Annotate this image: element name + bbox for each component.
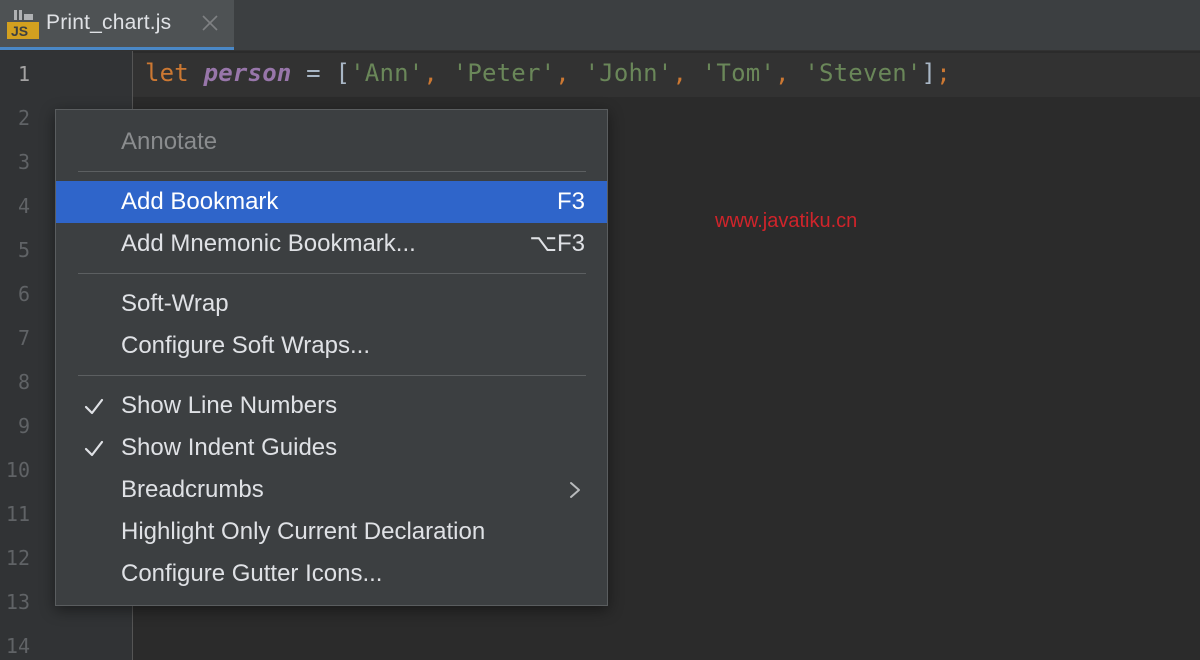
menu-item-shortcut: ⌥F3 <box>529 230 585 257</box>
comma: , <box>423 59 439 87</box>
comma: , <box>775 59 790 87</box>
variable-person: person <box>203 59 292 87</box>
menu-item-label: Soft-Wrap <box>121 290 229 317</box>
keyword-let: let <box>145 59 189 87</box>
code-line-1[interactable]: let person = ['Ann', 'Peter', 'John', 'T… <box>145 59 951 87</box>
menu-item-label: Breadcrumbs <box>121 476 264 503</box>
close-icon[interactable] <box>200 13 220 33</box>
menu-item-soft-wrap[interactable]: Soft-Wrap <box>56 283 607 325</box>
line-number: 1 <box>17 62 30 86</box>
line-number: 14 <box>5 634 30 658</box>
string-literal: 'Tom' <box>701 59 776 87</box>
checkmark-icon <box>84 440 104 457</box>
menu-item-label: Highlight Only Current Declaration <box>121 518 486 545</box>
gutter-context-menu: Annotate Add Bookmark F3 Add Mnemonic Bo… <box>55 109 608 606</box>
menu-item-label: Annotate <box>121 128 218 155</box>
menu-item-label: Configure Gutter Icons... <box>121 560 383 587</box>
menu-item-add-bookmark[interactable]: Add Bookmark F3 <box>56 181 607 223</box>
assignment-operator: = <box>306 59 321 87</box>
menu-item-label: Configure Soft Wraps... <box>121 332 370 359</box>
tab-title: Print_chart.js <box>46 11 172 34</box>
menu-separator <box>78 171 586 172</box>
js-icon-text: JS <box>11 23 28 39</box>
menu-item-highlight-current-declaration[interactable]: Highlight Only Current Declaration <box>56 511 607 553</box>
menu-separator <box>78 375 586 376</box>
menu-item-configure-soft-wraps[interactable]: Configure Soft Wraps... <box>56 325 607 367</box>
line-number: 3 <box>17 150 30 174</box>
editor-tab[interactable]: JS Print_chart.js <box>0 0 234 51</box>
line-number: 6 <box>17 282 30 306</box>
string-literal: 'Peter' <box>452 59 556 87</box>
watermark: www.javatiku.cn <box>715 210 858 232</box>
semicolon: ; <box>936 59 951 87</box>
line-number: 4 <box>17 194 30 218</box>
menu-separator <box>78 273 586 274</box>
menu-item-annotate[interactable]: Annotate <box>56 121 607 163</box>
menu-item-breadcrumbs[interactable]: Breadcrumbs <box>56 469 607 511</box>
menu-item-label: Add Mnemonic Bookmark... <box>121 230 416 257</box>
ide-window: JS Print_chart.js 1 2 3 4 5 6 7 8 9 10 11 12 13 14 le… <box>0 0 1200 660</box>
line-number: 11 <box>5 502 30 526</box>
string-literal: 'John' <box>584 59 673 87</box>
checkmark-icon <box>84 398 104 415</box>
line-number: 7 <box>17 326 30 350</box>
line-number: 10 <box>5 458 30 482</box>
javascript-file-icon: JS <box>7 10 39 39</box>
comma: , <box>555 59 570 87</box>
menu-item-label: Show Indent Guides <box>121 434 338 461</box>
menu-item-label: Add Bookmark <box>121 188 279 215</box>
close-bracket: ] <box>921 59 937 87</box>
string-literal: 'Steven' <box>804 59 922 87</box>
line-number: 2 <box>17 106 30 130</box>
menu-item-show-indent-guides[interactable]: Show Indent Guides <box>56 427 607 469</box>
menu-item-show-line-numbers[interactable]: Show Line Numbers <box>56 385 607 427</box>
string-literal: 'Ann' <box>350 59 424 87</box>
menu-item-configure-gutter-icons[interactable]: Configure Gutter Icons... <box>56 553 607 595</box>
comma: , <box>672 59 688 87</box>
open-bracket: [ <box>335 59 351 87</box>
line-number: 5 <box>17 238 30 262</box>
line-number: 13 <box>5 590 30 614</box>
line-number: 12 <box>5 546 30 570</box>
line-number: 9 <box>17 414 30 438</box>
menu-item-add-mnemonic-bookmark[interactable]: Add Mnemonic Bookmark... ⌥F3 <box>56 223 607 265</box>
menu-item-shortcut: F3 <box>556 188 585 215</box>
menu-item-label: Show Line Numbers <box>121 392 338 419</box>
line-number: 8 <box>17 370 30 394</box>
chevron-right-icon <box>570 482 580 498</box>
tab-bar-divider <box>0 50 1200 51</box>
editor-tab-bar: JS Print_chart.js <box>0 0 1200 51</box>
